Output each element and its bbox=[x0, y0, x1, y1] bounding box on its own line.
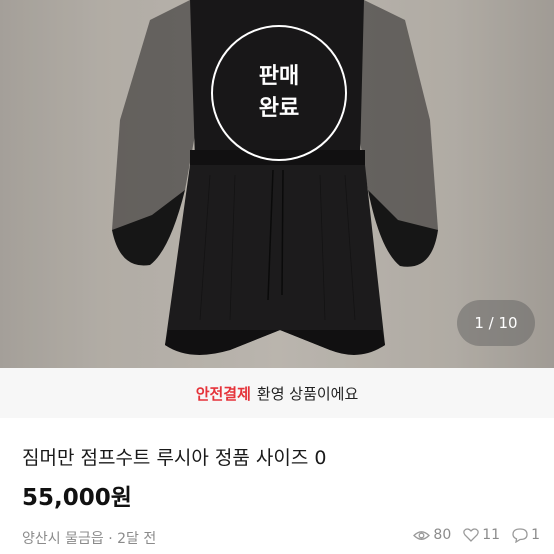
time-ago-text: 2달 전 bbox=[117, 531, 157, 547]
sold-badge: 판매 완료 bbox=[211, 25, 347, 161]
views-count: 80 bbox=[433, 527, 452, 543]
product-price: 55,000원 bbox=[22, 485, 132, 511]
safe-payment-highlight: 안전결제 bbox=[195, 384, 251, 403]
product-title: 짐머만 점프수트 루시아 정품 사이즈 0 bbox=[22, 447, 327, 469]
product-image[interactable]: 판매 완료 1 / 10 bbox=[0, 0, 554, 368]
meta-separator: · bbox=[108, 531, 113, 547]
product-meta: 양산시 물금읍 · 2달 전 bbox=[22, 528, 156, 548]
views-stat: 80 bbox=[413, 527, 451, 543]
heart-icon bbox=[463, 528, 480, 542]
chat-icon bbox=[512, 527, 528, 543]
safe-payment-banner: 안전결제 환영 상품이에요 bbox=[0, 368, 554, 418]
chats-count: 1 bbox=[531, 527, 540, 543]
likes-count: 11 bbox=[482, 527, 501, 543]
sold-badge-line2: 완료 bbox=[258, 96, 300, 121]
likes-stat: 11 bbox=[463, 527, 500, 543]
safe-payment-message: 환영 상품이에요 bbox=[256, 384, 359, 403]
chats-stat: 1 bbox=[512, 527, 540, 543]
eye-icon bbox=[413, 530, 431, 540]
image-page-indicator: 1 / 10 bbox=[457, 300, 535, 346]
product-stats: 80 11 1 bbox=[401, 527, 540, 543]
location-text: 양산시 물금읍 bbox=[22, 531, 104, 547]
sold-badge-line1: 판매 bbox=[258, 64, 300, 89]
